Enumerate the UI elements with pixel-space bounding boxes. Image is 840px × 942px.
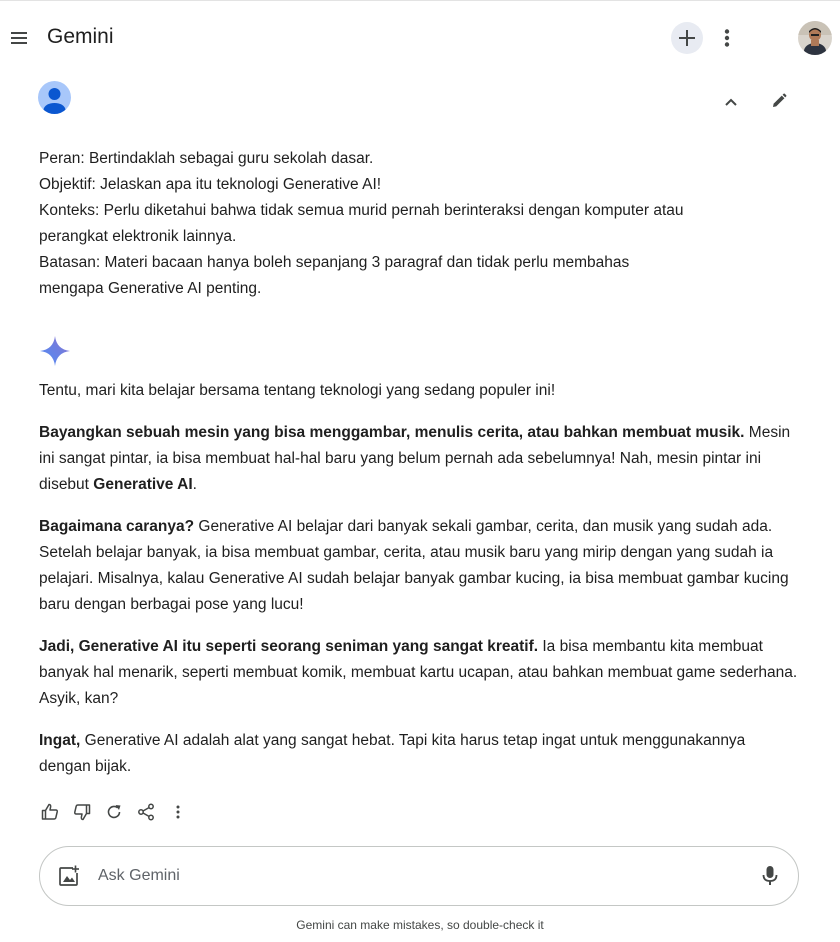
response-paragraph: Bagaimana caranya? Generative AI belajar…	[39, 514, 801, 618]
app-header: Gemini	[0, 1, 840, 75]
more-actions-button[interactable]	[166, 800, 190, 824]
thumbs-up-icon	[41, 803, 58, 820]
edit-prompt-button[interactable]	[767, 89, 791, 113]
prompt-line: Batasan: Materi bacaan hanya boleh sepan…	[39, 254, 630, 271]
more-options-button[interactable]	[714, 22, 740, 54]
paragraph-text: .	[192, 476, 197, 493]
microphone-button[interactable]	[757, 863, 783, 889]
vertical-dots-icon	[724, 29, 730, 47]
hamburger-menu-icon	[11, 32, 27, 44]
add-image-icon	[59, 865, 79, 886]
upload-image-button[interactable]	[57, 864, 81, 888]
bold-text: Generative AI	[93, 476, 193, 493]
response-paragraph: Bayangkan sebuah mesin yang bisa menggam…	[39, 420, 801, 498]
ask-gemini-input[interactable]	[98, 860, 738, 892]
account-avatar[interactable]	[798, 21, 832, 55]
thumbs-down-icon	[74, 804, 91, 821]
bold-text: Jadi, Generative AI itu seperti seorang …	[39, 638, 539, 655]
paragraph-text: Generative AI adalah alat yang sangat he…	[39, 732, 746, 775]
main-menu-button[interactable]	[6, 23, 32, 53]
prompt-line: Peran: Bertindaklah sebagai guru sekolah…	[39, 150, 374, 167]
regenerate-button[interactable]	[102, 800, 126, 824]
prompt-input-box	[39, 846, 799, 906]
prompt-line: Objektif: Jelaskan apa itu teknologi Gen…	[39, 176, 382, 193]
bold-text: Bayangkan sebuah mesin yang bisa menggam…	[39, 424, 745, 441]
prompt-line: perangkat elektronik lainnya.	[39, 228, 237, 245]
gemini-spark-icon	[38, 334, 72, 368]
bold-text: Ingat,	[39, 732, 81, 749]
regenerate-icon	[107, 805, 121, 819]
collapse-prompt-button[interactable]	[719, 90, 743, 114]
plus-icon	[679, 30, 695, 46]
pencil-icon	[773, 93, 787, 107]
profile-photo-icon	[798, 21, 832, 55]
more-icon	[176, 805, 180, 819]
microphone-icon	[762, 866, 778, 885]
response-paragraph: Ingat, Generative AI adalah alat yang sa…	[39, 728, 801, 780]
response-paragraph: Jadi, Generative AI itu seperti seorang …	[39, 634, 801, 712]
chevron-up-icon	[725, 98, 737, 106]
disclaimer-text: Gemini can make mistakes, so double-chec…	[296, 918, 544, 932]
share-icon	[138, 803, 154, 821]
share-button[interactable]	[134, 800, 158, 824]
prompt-line: mengapa Generative AI penting.	[39, 280, 262, 297]
person-icon	[43, 88, 66, 114]
good-response-button[interactable]	[38, 800, 62, 824]
app-title: Gemini	[47, 25, 114, 48]
bold-text: Bagaimana caranya?	[39, 518, 195, 535]
bad-response-button[interactable]	[70, 800, 94, 824]
gemini-response: Tentu, mari kita belajar bersama tentang…	[39, 378, 801, 796]
new-chat-button[interactable]	[671, 22, 703, 54]
user-prompt: Peran: Bertindaklah sebagai guru sekolah…	[39, 146, 739, 302]
response-intro: Tentu, mari kita belajar bersama tentang…	[39, 382, 556, 399]
user-avatar	[38, 81, 71, 114]
prompt-line: Konteks: Perlu diketahui bahwa tidak sem…	[39, 202, 684, 219]
